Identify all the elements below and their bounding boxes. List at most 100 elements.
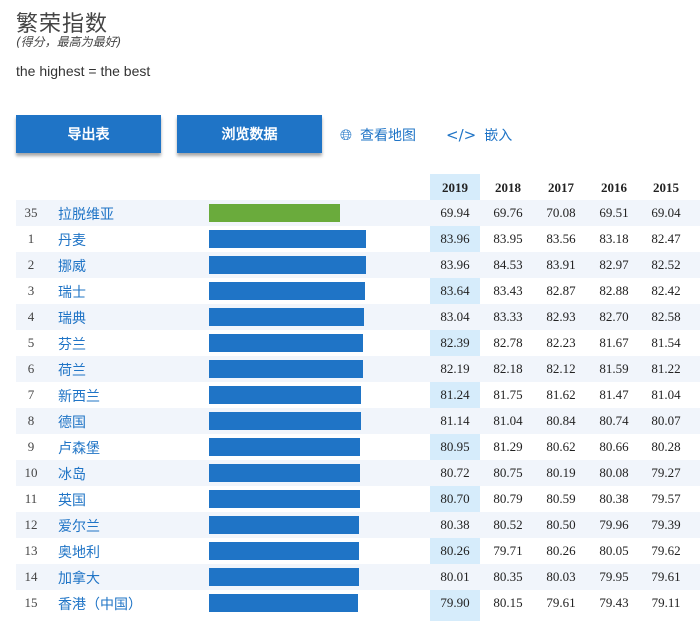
country-link[interactable]: 冰岛 [58, 464, 86, 484]
value-cell-2019: 83.96 [440, 257, 470, 272]
value-cell-2016: 82.70 [599, 309, 629, 324]
country-link[interactable]: 芬兰 [58, 334, 86, 354]
rank-cell: 3 [27, 283, 35, 298]
value-cell-2019: 83.04 [440, 309, 470, 324]
country-link[interactable]: 荷兰 [58, 360, 86, 380]
value-cell-2019: 80.01 [440, 569, 470, 584]
rank-cell: 15 [24, 595, 38, 610]
value-cell-2015: 79.62 [651, 543, 681, 558]
value-cell-2015: 79.39 [651, 517, 681, 532]
value-cell-2018: 83.33 [493, 309, 523, 324]
year-header-2016[interactable]: 2016 [589, 180, 639, 196]
country-link[interactable]: 瑞典 [58, 308, 86, 328]
score-bar [209, 594, 358, 612]
value-cell-2018: 80.75 [493, 465, 523, 480]
table-row: 35 拉脱维亚 69.94 69.76 70.08 69.51 69.04 [16, 200, 700, 226]
value-cell-2017: 82.93 [546, 309, 576, 324]
value-cell-2015: 82.42 [651, 283, 681, 298]
country-link[interactable]: 香港（中国） [58, 594, 142, 614]
value-cell-2019: 80.72 [440, 465, 470, 480]
score-bar [209, 568, 359, 586]
value-cell-2016: 79.96 [599, 517, 629, 532]
value-cell-2016: 81.47 [599, 387, 629, 402]
rank-cell: 13 [24, 543, 38, 558]
value-cell-2017: 79.61 [546, 595, 576, 610]
value-cell-2017: 80.03 [546, 569, 576, 584]
code-icon: </> [446, 125, 477, 144]
table-row: 14 加拿大 80.01 80.35 80.03 79.95 79.61 [16, 564, 700, 590]
value-cell-2018: 80.52 [493, 517, 523, 532]
score-bar [209, 360, 363, 378]
country-link[interactable]: 丹麦 [58, 230, 86, 250]
embed-link[interactable]: </> 嵌入 [446, 125, 512, 145]
value-cell-2019: 83.96 [440, 231, 470, 246]
rank-cell: 5 [27, 335, 35, 350]
country-link[interactable]: 新西兰 [58, 386, 100, 406]
rank-cell: 6 [27, 361, 35, 376]
country-link[interactable]: 爱尔兰 [58, 516, 100, 536]
score-bar [209, 464, 360, 482]
value-cell-2018: 69.76 [493, 205, 523, 220]
rank-cell: 35 [24, 205, 38, 220]
country-link[interactable]: 英国 [58, 490, 86, 510]
value-cell-2015: 82.47 [651, 231, 681, 246]
score-bar [209, 230, 366, 248]
rank-cell: 4 [27, 309, 35, 324]
table-row: 8 德国 81.14 81.04 80.84 80.74 80.07 [16, 408, 700, 434]
country-link[interactable]: 卢森堡 [58, 438, 100, 458]
value-cell-2016: 80.66 [599, 439, 629, 454]
value-cell-2017: 80.62 [546, 439, 576, 454]
value-cell-2019: 80.38 [440, 517, 470, 532]
country-link[interactable]: 挪威 [58, 256, 86, 276]
score-bar [209, 334, 363, 352]
year-header-2017[interactable]: 2017 [536, 180, 586, 196]
country-link[interactable]: 拉脱维亚 [58, 204, 114, 224]
table-row: 10 冰岛 80.72 80.75 80.19 80.08 79.27 [16, 460, 700, 486]
value-cell-2018: 80.15 [493, 595, 523, 610]
score-bar [209, 256, 366, 274]
score-bar [209, 412, 361, 430]
value-cell-2018: 82.18 [493, 361, 523, 376]
value-cell-2016: 82.88 [599, 283, 629, 298]
value-cell-2015: 82.52 [651, 257, 681, 272]
rank-cell: 11 [24, 491, 38, 506]
country-link[interactable]: 加拿大 [58, 568, 100, 588]
value-cell-2018: 80.35 [493, 569, 523, 584]
score-bar [209, 386, 361, 404]
value-cell-2015: 82.58 [651, 309, 681, 324]
year-header-2019[interactable]: 2019 [430, 180, 480, 196]
country-link[interactable]: 德国 [58, 412, 86, 432]
value-cell-2015: 79.61 [651, 569, 681, 584]
year-header-2015[interactable]: 2015 [641, 180, 691, 196]
value-cell-2018: 83.95 [493, 231, 523, 246]
value-cell-2019: 81.14 [440, 413, 470, 428]
rank-cell: 14 [24, 569, 38, 584]
value-cell-2016: 81.59 [599, 361, 629, 376]
view-map-link[interactable]: 🌐︎ 查看地图 [340, 125, 416, 145]
table-row: 1 丹麦 83.96 83.95 83.56 83.18 82.47 [16, 226, 700, 252]
value-cell-2016: 79.43 [599, 595, 629, 610]
browse-data-button[interactable]: 浏览数据 [177, 115, 322, 153]
value-cell-2017: 70.08 [546, 205, 576, 220]
embed-label: 嵌入 [484, 128, 513, 144]
value-cell-2018: 80.79 [493, 491, 523, 506]
value-cell-2019: 80.26 [440, 543, 470, 558]
table-row: 12 爱尔兰 80.38 80.52 80.50 79.96 79.39 [16, 512, 700, 538]
table-row: 7 新西兰 81.24 81.75 81.62 81.47 81.04 [16, 382, 700, 408]
country-link[interactable]: 奥地利 [58, 542, 100, 562]
value-cell-2017: 82.12 [546, 361, 576, 376]
value-cell-2015: 80.28 [651, 439, 681, 454]
value-cell-2017: 82.23 [546, 335, 576, 350]
view-map-label: 查看地图 [360, 128, 417, 144]
table-row: 6 荷兰 82.19 82.18 82.12 81.59 81.22 [16, 356, 700, 382]
value-cell-2017: 80.59 [546, 491, 576, 506]
value-cell-2019: 80.95 [440, 439, 470, 454]
value-cell-2017: 83.91 [546, 257, 576, 272]
rank-cell: 12 [24, 517, 38, 532]
country-link[interactable]: 瑞士 [58, 282, 86, 302]
table-row: 11 英国 80.70 80.79 80.59 80.38 79.57 [16, 486, 700, 512]
value-cell-2015: 79.27 [651, 465, 681, 480]
year-header-2018[interactable]: 2018 [483, 180, 533, 196]
export-table-button[interactable]: 导出表 [16, 115, 161, 153]
table-row: 4 瑞典 83.04 83.33 82.93 82.70 82.58 [16, 304, 700, 330]
